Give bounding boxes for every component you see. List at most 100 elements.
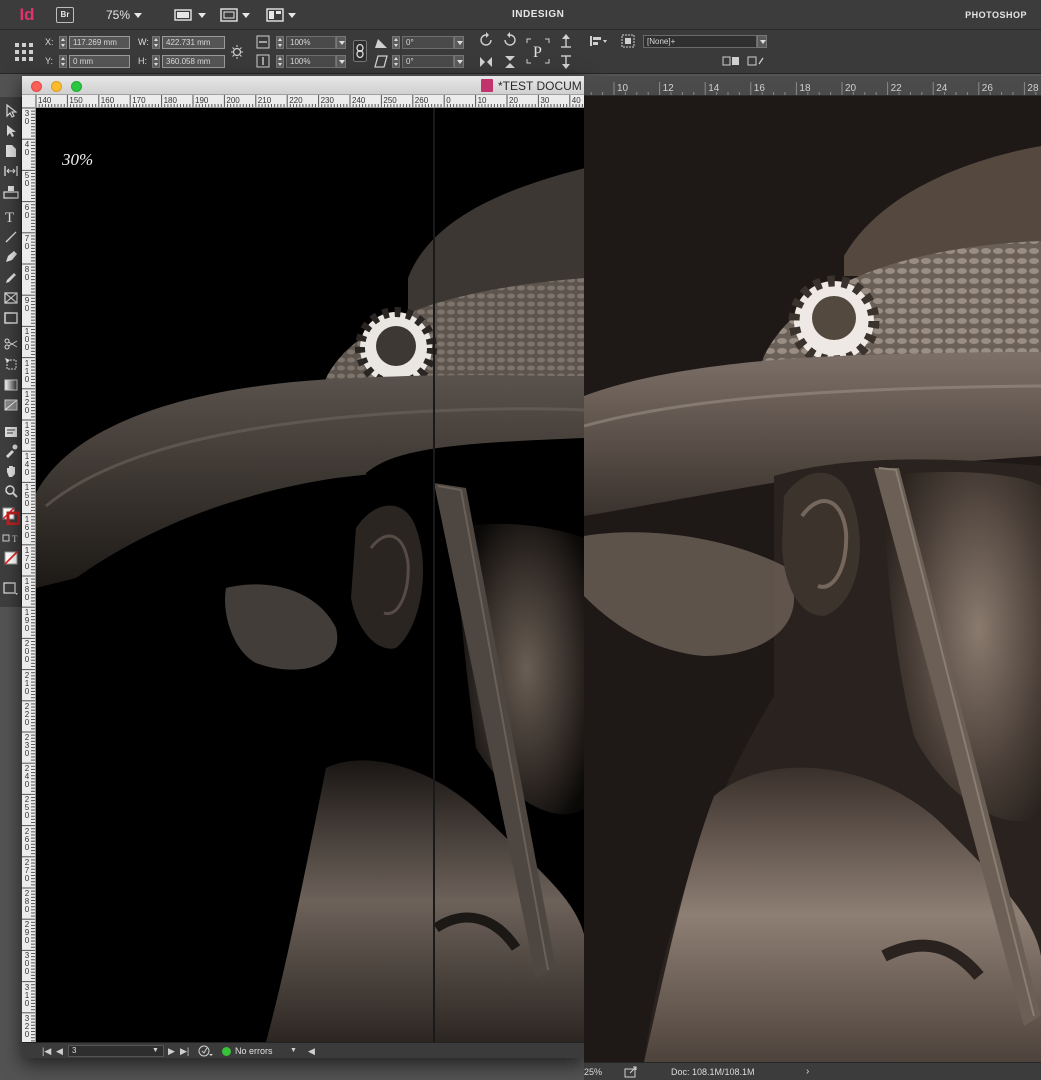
bridge-button[interactable]: Br xyxy=(56,7,74,23)
photoshop-zoom-level[interactable]: 25% xyxy=(584,1067,602,1077)
rotation-angle-dropdown[interactable] xyxy=(454,36,464,49)
chain-link-icon[interactable] xyxy=(353,40,367,62)
shear-angle-field[interactable]: 0° xyxy=(402,55,454,68)
photoshop-photo-portrait[interactable] xyxy=(584,96,1041,1062)
page-dropdown-arrow[interactable]: ▼ xyxy=(152,1047,159,1054)
width-stepper[interactable] xyxy=(152,36,160,49)
y-position-field[interactable]: 0 mm xyxy=(69,55,130,68)
vertical-ruler[interactable]: 30 40 50 60 70 80 90 100 110 120 130 140 150 160 170 18… xyxy=(22,108,36,1042)
workspace-indesign-label[interactable]: INDESIGN xyxy=(512,9,564,20)
scale-x-field[interactable]: 100% xyxy=(286,36,336,49)
scale-y-icon xyxy=(256,54,270,68)
scissors-tool[interactable] xyxy=(2,335,20,353)
x-stepper[interactable] xyxy=(59,36,67,49)
gap-tool[interactable] xyxy=(2,162,20,180)
photoshop-document-window: 10 12 14 16 18 20 22 24 26 28 25% Doc: 1… xyxy=(584,76,1041,1080)
fill-stroke-swatch[interactable] xyxy=(2,507,20,525)
scale-x-stepper[interactable] xyxy=(276,36,284,49)
indesign-document-icon xyxy=(481,79,493,92)
y-stepper[interactable] xyxy=(59,55,67,68)
formatting-container-toggle[interactable]: T xyxy=(2,529,20,547)
reference-point-icon[interactable] xyxy=(14,42,34,62)
x-position-field[interactable]: 117.269 mm xyxy=(69,36,130,49)
height-field[interactable]: 360.058 mm xyxy=(162,55,225,68)
line-tool[interactable] xyxy=(2,228,20,246)
zoom-level-dropdown[interactable]: 75% xyxy=(106,8,143,22)
view-options-button[interactable] xyxy=(174,7,206,23)
share-export-icon[interactable] xyxy=(624,1066,638,1078)
flip-vertical-icon[interactable] xyxy=(502,54,518,70)
shear-stepper[interactable] xyxy=(392,55,400,68)
screen-mode-button[interactable] xyxy=(220,7,250,23)
gradient-feather-tool[interactable] xyxy=(2,396,20,414)
photoshop-canvas[interactable] xyxy=(584,96,1041,1062)
rectangle-frame-tool[interactable] xyxy=(2,289,20,307)
previous-spread-button[interactable]: ◀ xyxy=(56,1046,63,1057)
minimize-window-button[interactable] xyxy=(51,81,62,92)
new-style-icon[interactable] xyxy=(747,56,765,66)
ruler-origin[interactable] xyxy=(22,95,36,108)
rotation-angle-field[interactable]: 0° xyxy=(402,36,454,49)
vertical-guide[interactable] xyxy=(433,108,435,1042)
content-collector-tool[interactable] xyxy=(2,183,20,201)
note-tool[interactable] xyxy=(2,423,20,441)
apply-none-button[interactable] xyxy=(2,549,20,567)
first-spread-button[interactable]: |◀ xyxy=(42,1046,51,1057)
indesign-canvas[interactable]: 30% xyxy=(36,108,585,1042)
ruler-label: 280 xyxy=(24,889,30,914)
scroll-left-button[interactable]: ◀ xyxy=(308,1046,315,1057)
placed-photo-portrait[interactable] xyxy=(36,108,585,1042)
close-window-button[interactable] xyxy=(31,81,42,92)
status-menu-arrow[interactable]: › xyxy=(806,1066,809,1077)
eyedropper-tool[interactable] xyxy=(2,442,20,460)
hand-tool[interactable] xyxy=(2,462,20,480)
workspace-photoshop-label[interactable]: PHOTOSHOP xyxy=(965,10,1027,20)
gradient-swatch-tool[interactable] xyxy=(2,376,20,394)
direct-selection-tool[interactable] xyxy=(2,122,20,140)
select-container-icon[interactable] xyxy=(559,33,573,49)
page-tool[interactable] xyxy=(2,142,20,160)
screen-mode-icon xyxy=(220,8,238,22)
rectangle-tool[interactable] xyxy=(2,309,20,327)
object-style-field[interactable]: [None]+ xyxy=(643,35,757,48)
next-spread-button[interactable]: ▶ xyxy=(168,1046,175,1057)
constrain-proportions-icon[interactable] xyxy=(230,44,244,60)
align-menu-icon[interactable] xyxy=(588,34,608,48)
shear-angle-dropdown[interactable] xyxy=(454,55,464,68)
rotate-ccw-icon[interactable] xyxy=(502,32,518,48)
zoom-window-button[interactable] xyxy=(71,81,82,92)
h-label: H: xyxy=(138,56,147,66)
type-tool[interactable]: T xyxy=(2,207,20,225)
zoom-tool[interactable] xyxy=(2,482,20,500)
open-preflight-icon[interactable] xyxy=(198,1045,214,1057)
last-spread-button[interactable]: ▶| xyxy=(180,1046,189,1057)
height-stepper[interactable] xyxy=(152,55,160,68)
object-style-dropdown[interactable] xyxy=(757,35,767,48)
document-title: *TEST DOCUM xyxy=(498,79,582,93)
selection-tool[interactable] xyxy=(2,102,20,120)
select-content-icon[interactable] xyxy=(559,54,573,70)
pen-tool[interactable] xyxy=(2,248,20,266)
scale-x-dropdown[interactable] xyxy=(336,36,346,49)
rotate-stepper[interactable] xyxy=(392,36,400,49)
ruler-label: 160 xyxy=(100,96,115,105)
scale-y-dropdown[interactable] xyxy=(336,55,346,68)
flip-horizontal-icon[interactable] xyxy=(478,54,494,70)
frame-fitting-icon[interactable] xyxy=(621,34,635,48)
photoshop-horizontal-ruler[interactable]: 10 12 14 16 18 20 22 24 26 28 xyxy=(584,82,1041,96)
width-field[interactable]: 422.731 mm xyxy=(162,36,225,49)
preflight-menu-arrow[interactable]: ▼ xyxy=(290,1047,297,1054)
ruler-label: 250 xyxy=(383,96,397,105)
horizontal-ruler[interactable]: 140 150 160 170 180 190 200 210 220 230 240 250 260 0… xyxy=(36,95,585,108)
ruler-label: 26 xyxy=(981,83,993,94)
scale-y-stepper[interactable] xyxy=(276,55,284,68)
rotate-cw-icon[interactable] xyxy=(478,32,494,48)
free-transform-tool[interactable] xyxy=(2,355,20,373)
clear-overrides-icon[interactable] xyxy=(722,56,740,66)
pencil-tool[interactable] xyxy=(2,269,20,287)
screen-mode-tool[interactable] xyxy=(2,580,20,598)
document-titlebar[interactable]: *TEST DOCUM xyxy=(22,76,585,95)
arrange-documents-button[interactable] xyxy=(266,7,296,23)
scale-y-field[interactable]: 100% xyxy=(286,55,336,68)
page-number-field[interactable]: 3 xyxy=(68,1045,164,1057)
